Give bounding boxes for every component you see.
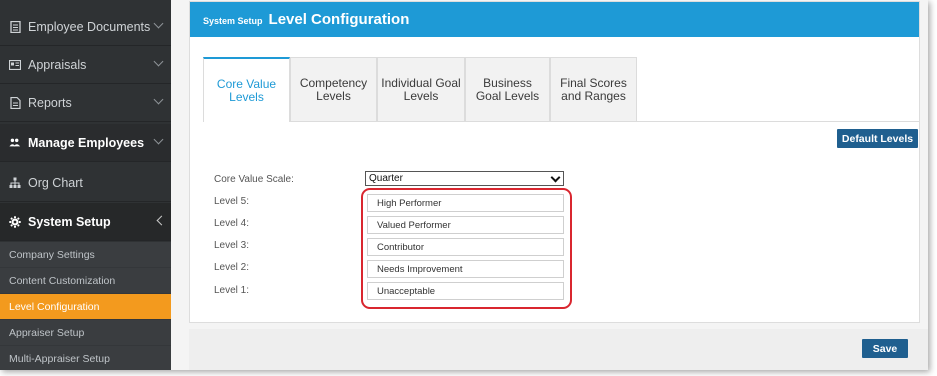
sidebar-subitem-label: Appraiser Setup bbox=[9, 326, 85, 339]
level-1-label: Level 1: bbox=[214, 285, 250, 296]
chevron-down-icon bbox=[153, 94, 164, 105]
sidebar-subitem-label: Multi-Appraiser Setup bbox=[9, 352, 110, 365]
sidebar-item-label: Reports bbox=[28, 95, 72, 110]
sidebar-subitem-content-customization[interactable]: Content Customization bbox=[0, 268, 171, 294]
level-5-label: Level 5: bbox=[214, 196, 250, 207]
tab-label: Business Goal Levels bbox=[475, 75, 540, 103]
tab-business-goal-levels[interactable]: Business Goal Levels bbox=[465, 57, 550, 121]
sidebar-item-manage-employees[interactable]: Manage Employees bbox=[0, 124, 171, 162]
sidebar-subitem-level-configuration[interactable]: Level Configuration bbox=[0, 294, 171, 320]
app-window: Employee Documents Appraisals Reports Ma… bbox=[0, 0, 928, 370]
level-4-label: Level 4: bbox=[214, 218, 250, 229]
sidebar-item-label: System Setup bbox=[28, 214, 111, 229]
sidebar-item-reports[interactable]: Reports bbox=[0, 84, 171, 122]
tab-individual-goal-levels[interactable]: Individual Goal Levels bbox=[377, 57, 465, 121]
highlight-annotation bbox=[361, 188, 572, 309]
chevron-down-icon bbox=[153, 56, 164, 67]
sidebar-item-appraisals[interactable]: Appraisals bbox=[0, 46, 171, 84]
id-card-icon bbox=[9, 59, 21, 71]
breadcrumb: System Setup bbox=[203, 15, 263, 26]
tab-label: Competency Levels bbox=[299, 75, 368, 103]
page-header: System Setup Level Configuration bbox=[190, 2, 919, 37]
level-2-label: Level 2: bbox=[214, 262, 250, 273]
sidebar-item-org-chart[interactable]: Org Chart bbox=[0, 164, 171, 202]
sidebar-item-label: Manage Employees bbox=[28, 135, 145, 150]
core-value-scale-select[interactable]: Quarter bbox=[365, 171, 564, 186]
document-icon bbox=[9, 20, 21, 33]
sidebar-subitem-appraiser-setup[interactable]: Appraiser Setup bbox=[0, 320, 171, 346]
sidebar-item-employee-documents[interactable]: Employee Documents bbox=[0, 8, 171, 46]
tab-label: Core Value Levels bbox=[216, 76, 277, 104]
users-icon bbox=[9, 137, 21, 149]
action-bar: Save bbox=[189, 329, 928, 370]
chevron-down-icon bbox=[153, 134, 164, 145]
save-button[interactable]: Save bbox=[862, 339, 908, 358]
select-value: Quarter bbox=[369, 173, 403, 184]
sidebar-subitem-label: Company Settings bbox=[9, 248, 95, 261]
tab-label: Individual Goal Levels bbox=[381, 75, 461, 103]
sidebar-subitem-label: Level Configuration bbox=[9, 300, 100, 313]
chevron-left-icon bbox=[156, 215, 167, 226]
tab-label: Final Scores and Ranges bbox=[560, 75, 627, 103]
org-chart-icon bbox=[9, 177, 21, 189]
chevron-down-icon bbox=[550, 172, 561, 183]
tab-competency-levels[interactable]: Competency Levels bbox=[290, 57, 377, 121]
tab-core-value-levels[interactable]: Core Value Levels bbox=[203, 57, 290, 122]
core-value-scale-label: Core Value Scale: bbox=[214, 174, 294, 185]
level-3-label: Level 3: bbox=[214, 240, 250, 251]
default-levels-button[interactable]: Default Levels bbox=[837, 129, 918, 148]
page-title: Level Configuration bbox=[268, 11, 410, 28]
tab-final-scores-and-ranges[interactable]: Final Scores and Ranges bbox=[550, 57, 637, 121]
sidebar-item-label: Appraisals bbox=[28, 57, 87, 72]
report-icon bbox=[9, 96, 21, 109]
sidebar-subitem-company-settings[interactable]: Company Settings bbox=[0, 242, 171, 268]
sidebar-item-system-setup[interactable]: System Setup bbox=[0, 203, 171, 241]
sidebar-subitem-label: Content Customization bbox=[9, 274, 116, 287]
gear-icon bbox=[9, 215, 21, 228]
sidebar-subitem-multi-appraiser-setup[interactable]: Multi-Appraiser Setup bbox=[0, 346, 171, 370]
sidebar: Employee Documents Appraisals Reports Ma… bbox=[0, 0, 171, 370]
sidebar-item-label: Employee Documents bbox=[28, 19, 151, 34]
sidebar-item-label: Org Chart bbox=[28, 175, 83, 190]
tab-bar: Core Value Levels Competency Levels Indi… bbox=[203, 57, 919, 122]
chevron-down-icon bbox=[153, 18, 164, 29]
